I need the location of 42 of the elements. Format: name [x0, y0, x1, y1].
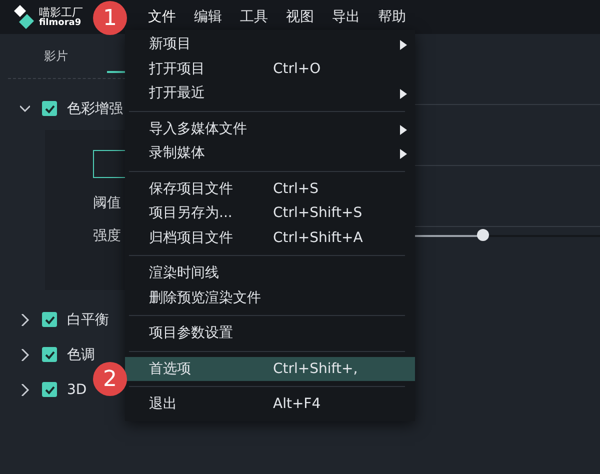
menu-title[interactable]: 工具: [240, 8, 268, 26]
control-label: 强度: [93, 226, 122, 244]
section-label: 白平衡: [67, 310, 109, 328]
slider-thumb[interactable]: [476, 228, 489, 240]
menu-item[interactable]: 项目参数设置: [125, 321, 415, 346]
menu-item[interactable]: 项目另存为... Ctrl+Shift+S: [125, 201, 415, 226]
checkbox[interactable]: [42, 347, 57, 362]
menu-title[interactable]: 文件: [148, 8, 176, 26]
control-label: 阈值: [93, 194, 122, 212]
menu-title[interactable]: 帮助: [378, 8, 406, 26]
menu-title[interactable]: 导出: [332, 8, 360, 26]
menu-item[interactable]: 导入多媒体文件: [125, 116, 415, 141]
menu-item[interactable]: 渲染时间线: [125, 261, 415, 286]
section-label: 色彩增强: [67, 100, 123, 118]
submenu-arrow-icon: [400, 40, 407, 50]
checkbox[interactable]: [42, 312, 57, 327]
app-subtitle: filmora9: [39, 18, 82, 28]
chevron-icon[interactable]: [20, 348, 30, 360]
section-label: 色调: [67, 346, 95, 364]
logo-icon: [13, 4, 35, 30]
checkbox[interactable]: [42, 101, 57, 116]
app-name: 喵影工厂: [39, 6, 83, 18]
menu-title[interactable]: 视图: [286, 8, 314, 26]
menu-item[interactable]: 首选项 Ctrl+Shift+,: [125, 356, 415, 381]
menu-title[interactable]: 编辑: [194, 8, 222, 26]
submenu-arrow-icon: [400, 149, 407, 159]
chevron-icon[interactable]: [20, 384, 30, 396]
menu-item[interactable]: 录制媒体: [125, 141, 415, 166]
menu-item[interactable]: 打开最近: [125, 81, 415, 106]
menu-item[interactable]: 归档项目文件 Ctrl+Shift+A: [125, 226, 415, 250]
menu-item[interactable]: 退出 Alt+F4: [125, 392, 415, 416]
chevron-icon[interactable]: [20, 102, 30, 114]
menu-item[interactable]: 打开项目 Ctrl+O: [125, 56, 415, 81]
chevron-icon[interactable]: [20, 314, 30, 326]
section-label: 3D: [67, 382, 87, 398]
menu-item[interactable]: 保存项目文件 Ctrl+S: [125, 176, 415, 201]
menu-item[interactable]: 新项目: [125, 32, 415, 56]
checkbox[interactable]: [42, 382, 57, 397]
menu-item[interactable]: 删除预览渲染文件: [125, 286, 415, 310]
tab[interactable]: 影片: [44, 48, 68, 64]
submenu-arrow-icon: [400, 89, 407, 99]
submenu-arrow-icon: [400, 124, 407, 134]
